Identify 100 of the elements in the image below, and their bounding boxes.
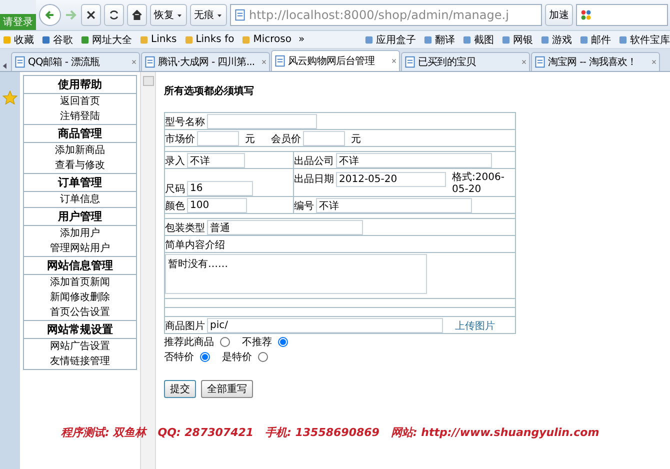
menu-heading: 商品管理 [24,124,136,143]
page-icon [14,56,26,68]
menu-item[interactable]: 查看与修改 [24,158,136,173]
field-label: 包装类型 [165,222,205,234]
submit-button[interactable]: 提交 [164,380,196,398]
menu-item[interactable]: 订单信息 [24,192,136,207]
input-field[interactable]: 100 [187,198,247,213]
search-field[interactable] [576,4,668,26]
field-label: 录入 [165,154,185,168]
field-label: 推荐此商品 [164,336,214,348]
back-button[interactable] [39,4,61,26]
bookmark-icon [139,34,149,44]
field-label: 商品图片 [165,320,205,332]
menu-item[interactable]: 添加首页新闻 [24,275,136,290]
menu-item[interactable]: 网站广告设置 [24,339,136,354]
browser-tab[interactable]: 淘宝网 -- 淘我喜欢！ [531,52,660,71]
menu-item[interactable]: 友情链接管理 [24,354,136,369]
field-label: 市场价 [165,132,195,146]
input-field[interactable] [207,114,317,129]
description-field[interactable]: 暂时没有…… [165,254,427,294]
input-field[interactable]: 16 [187,181,253,196]
bookmark-icon [2,34,12,44]
field-label: 编号 [294,200,314,212]
menu-heading: 网站常规设置 [24,320,136,339]
home-icon [131,9,143,21]
bookmark-link[interactable]: 网址大全 [92,32,132,46]
input-field[interactable]: 不详 [316,198,472,213]
page-icon [144,56,156,68]
menu-item[interactable]: 返回首页 [24,94,136,109]
toolbar-item[interactable]: 网银 [513,32,533,46]
bookmark-link[interactable]: Links fo [196,34,234,45]
private-mode-button[interactable]: 无痕 [190,4,227,26]
reset-button[interactable]: 全部重写 [201,380,253,398]
close-icon [131,59,137,65]
menu-item[interactable]: 新闻修改删除 [24,290,136,305]
close-icon [521,59,527,65]
input-field[interactable] [303,131,345,146]
menu-heading: 使用帮助 [24,76,136,94]
close-icon [651,59,657,65]
close-icon [261,59,267,65]
bookmark-link[interactable]: » [298,34,305,45]
toolbar-item[interactable]: 邮件 [591,32,611,46]
browser-tab[interactable]: 风云购物网后台管理 [271,50,400,71]
radio-button[interactable] [200,352,210,362]
address-bar[interactable]: http://localhost:8000/shop/admin/manage.j [230,4,542,26]
bookmark-link[interactable]: Links [151,34,177,45]
input-field[interactable]: 普通 [207,220,363,235]
menu-item[interactable]: 注销登陆 [24,109,136,124]
upload-link[interactable]: 上传图片 [455,318,495,332]
input-field[interactable]: 2012-05-20 [336,172,446,187]
toolbar-item[interactable]: 软件宝库 [630,32,670,46]
addon-icon [579,34,589,44]
addon-icon [462,34,472,44]
arrow-right-icon [64,8,78,22]
addon-icon [540,34,550,44]
home-button[interactable] [127,4,147,26]
field-label: 是特价 [222,350,252,364]
browser-tab[interactable]: 腾讯·大成网 - 四川第... [141,52,270,71]
arrow-left-icon [44,9,56,21]
menu-item[interactable]: 首页公告设置 [24,305,136,320]
menu-item[interactable]: 管理网站用户 [24,241,136,256]
input-field[interactable] [197,131,239,146]
login-button[interactable]: 请登录 [0,14,36,30]
field-label: 出品公司 [294,154,334,168]
page-icon [534,56,546,68]
accelerate-button[interactable]: 加速 [545,4,573,26]
toolbar-item[interactable]: 翻译 [435,32,455,46]
restore-button[interactable]: 恢复 [150,4,187,26]
browser-tab[interactable]: 已买到的宝贝 [401,52,530,71]
field-label: 会员价 [271,132,301,146]
refresh-button[interactable] [104,4,124,26]
field-label: 元 [351,134,361,144]
dots-icon [580,9,592,21]
bookmark-link[interactable]: 谷歌 [53,32,73,46]
toolbar-item[interactable]: 游戏 [552,32,572,46]
input-field[interactable]: 不详 [187,153,245,168]
toolbar-item[interactable]: 应用盒子 [376,32,416,46]
toolbar-item[interactable]: 截图 [474,32,494,46]
page-icon [234,9,246,21]
bookmark-link[interactable]: Microso [253,34,292,45]
input-field[interactable]: 不详 [336,153,492,168]
bookmark-icon [241,34,252,44]
radio-button[interactable] [220,336,230,346]
addon-icon [501,34,511,44]
field-label: 简单内容介绍 [165,240,225,251]
field-label: 型号名称 [165,116,205,128]
menu-heading: 网站信息管理 [24,256,136,275]
field-label: 尺码 [165,182,185,196]
close-icon [85,9,97,21]
menu-item[interactable]: 添加新商品 [24,143,136,158]
browser-tab[interactable]: QQ邮箱 - 漂流瓶 [11,52,140,71]
footer-text: 程序测试: 双鱼林 QQ: 287307421 手机: 13558690869 网站: http://www.shuangyulin.com [61,425,600,440]
radio-button[interactable] [258,352,268,362]
radio-button[interactable] [278,336,288,346]
input-field[interactable]: pic/ [207,318,443,333]
bookmark-link[interactable]: 收藏 [14,32,34,46]
field-label: 元 [245,134,255,144]
addon-icon [364,34,374,44]
stop-button[interactable] [81,4,101,26]
menu-item[interactable]: 添加用户 [24,226,136,241]
